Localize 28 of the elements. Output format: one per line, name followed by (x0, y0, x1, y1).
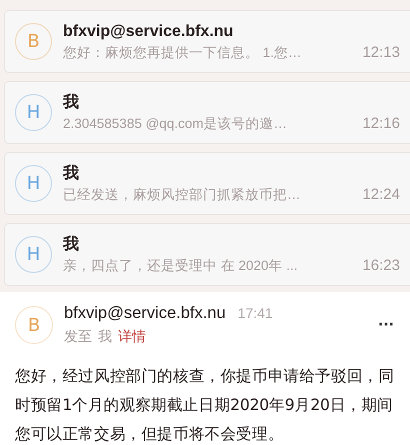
message-preview: 2.304585385 @qq.com是该号的邀… (63, 114, 288, 132)
avatar-icon: H (15, 165, 52, 202)
sender-name: 我 (63, 164, 80, 184)
avatar-icon: B (15, 23, 52, 60)
message-card[interactable]: H 我 亲，四点了，还是受理中 在 2020年 ... 16:23 (4, 223, 410, 286)
details-link[interactable]: 详情 (118, 326, 146, 348)
message-time: 16:23 (362, 257, 400, 274)
message-preview: 亲，四点了，还是受理中 在 2020年 ... (63, 256, 298, 274)
sent-to-label: 发至 (64, 328, 92, 347)
message-preview: 您好：麻烦您再提供一下信息。 1.您… (63, 44, 302, 62)
avatar-icon: H (15, 236, 52, 273)
message-body: 您好，经过风控部门的核查，你提币申请给予驳回，同时预留1个月的观察期截止日期2020年9月20日，期间您可以正常交易，但提币将不会受理。 (15, 366, 396, 445)
avatar-icon: B (15, 306, 53, 344)
avatar-icon: H (15, 94, 52, 131)
message-time: 12:13 (362, 44, 400, 61)
sender-name: bfxvip@service.bfx.nu (63, 22, 234, 42)
sender-name: 我 (63, 92, 80, 112)
recipient: 我 (98, 328, 112, 347)
message-preview: 已经发送，麻烦风控部门抓紧放币把… (63, 186, 300, 204)
message-time: 12:24 (362, 186, 400, 203)
message-time: 17:41 (238, 304, 273, 323)
message-card[interactable]: B bfxvip@service.bfx.nu 您好：麻烦您再提供一下信息。 1.您… 12:13 (4, 10, 410, 73)
message-time: 12:16 (362, 115, 400, 132)
sender-name: bfxvip@service.bfx.nu (64, 303, 226, 323)
message-card[interactable]: H 我 已经发送，麻烦风控部门抓紧放币把… 12:24 (4, 152, 410, 215)
sender-name: 我 (63, 234, 80, 254)
message-card[interactable]: H 我 2.304585385 @qq.com是该号的邀… 12:16 (4, 81, 410, 144)
more-button[interactable]: ··· (378, 317, 394, 333)
